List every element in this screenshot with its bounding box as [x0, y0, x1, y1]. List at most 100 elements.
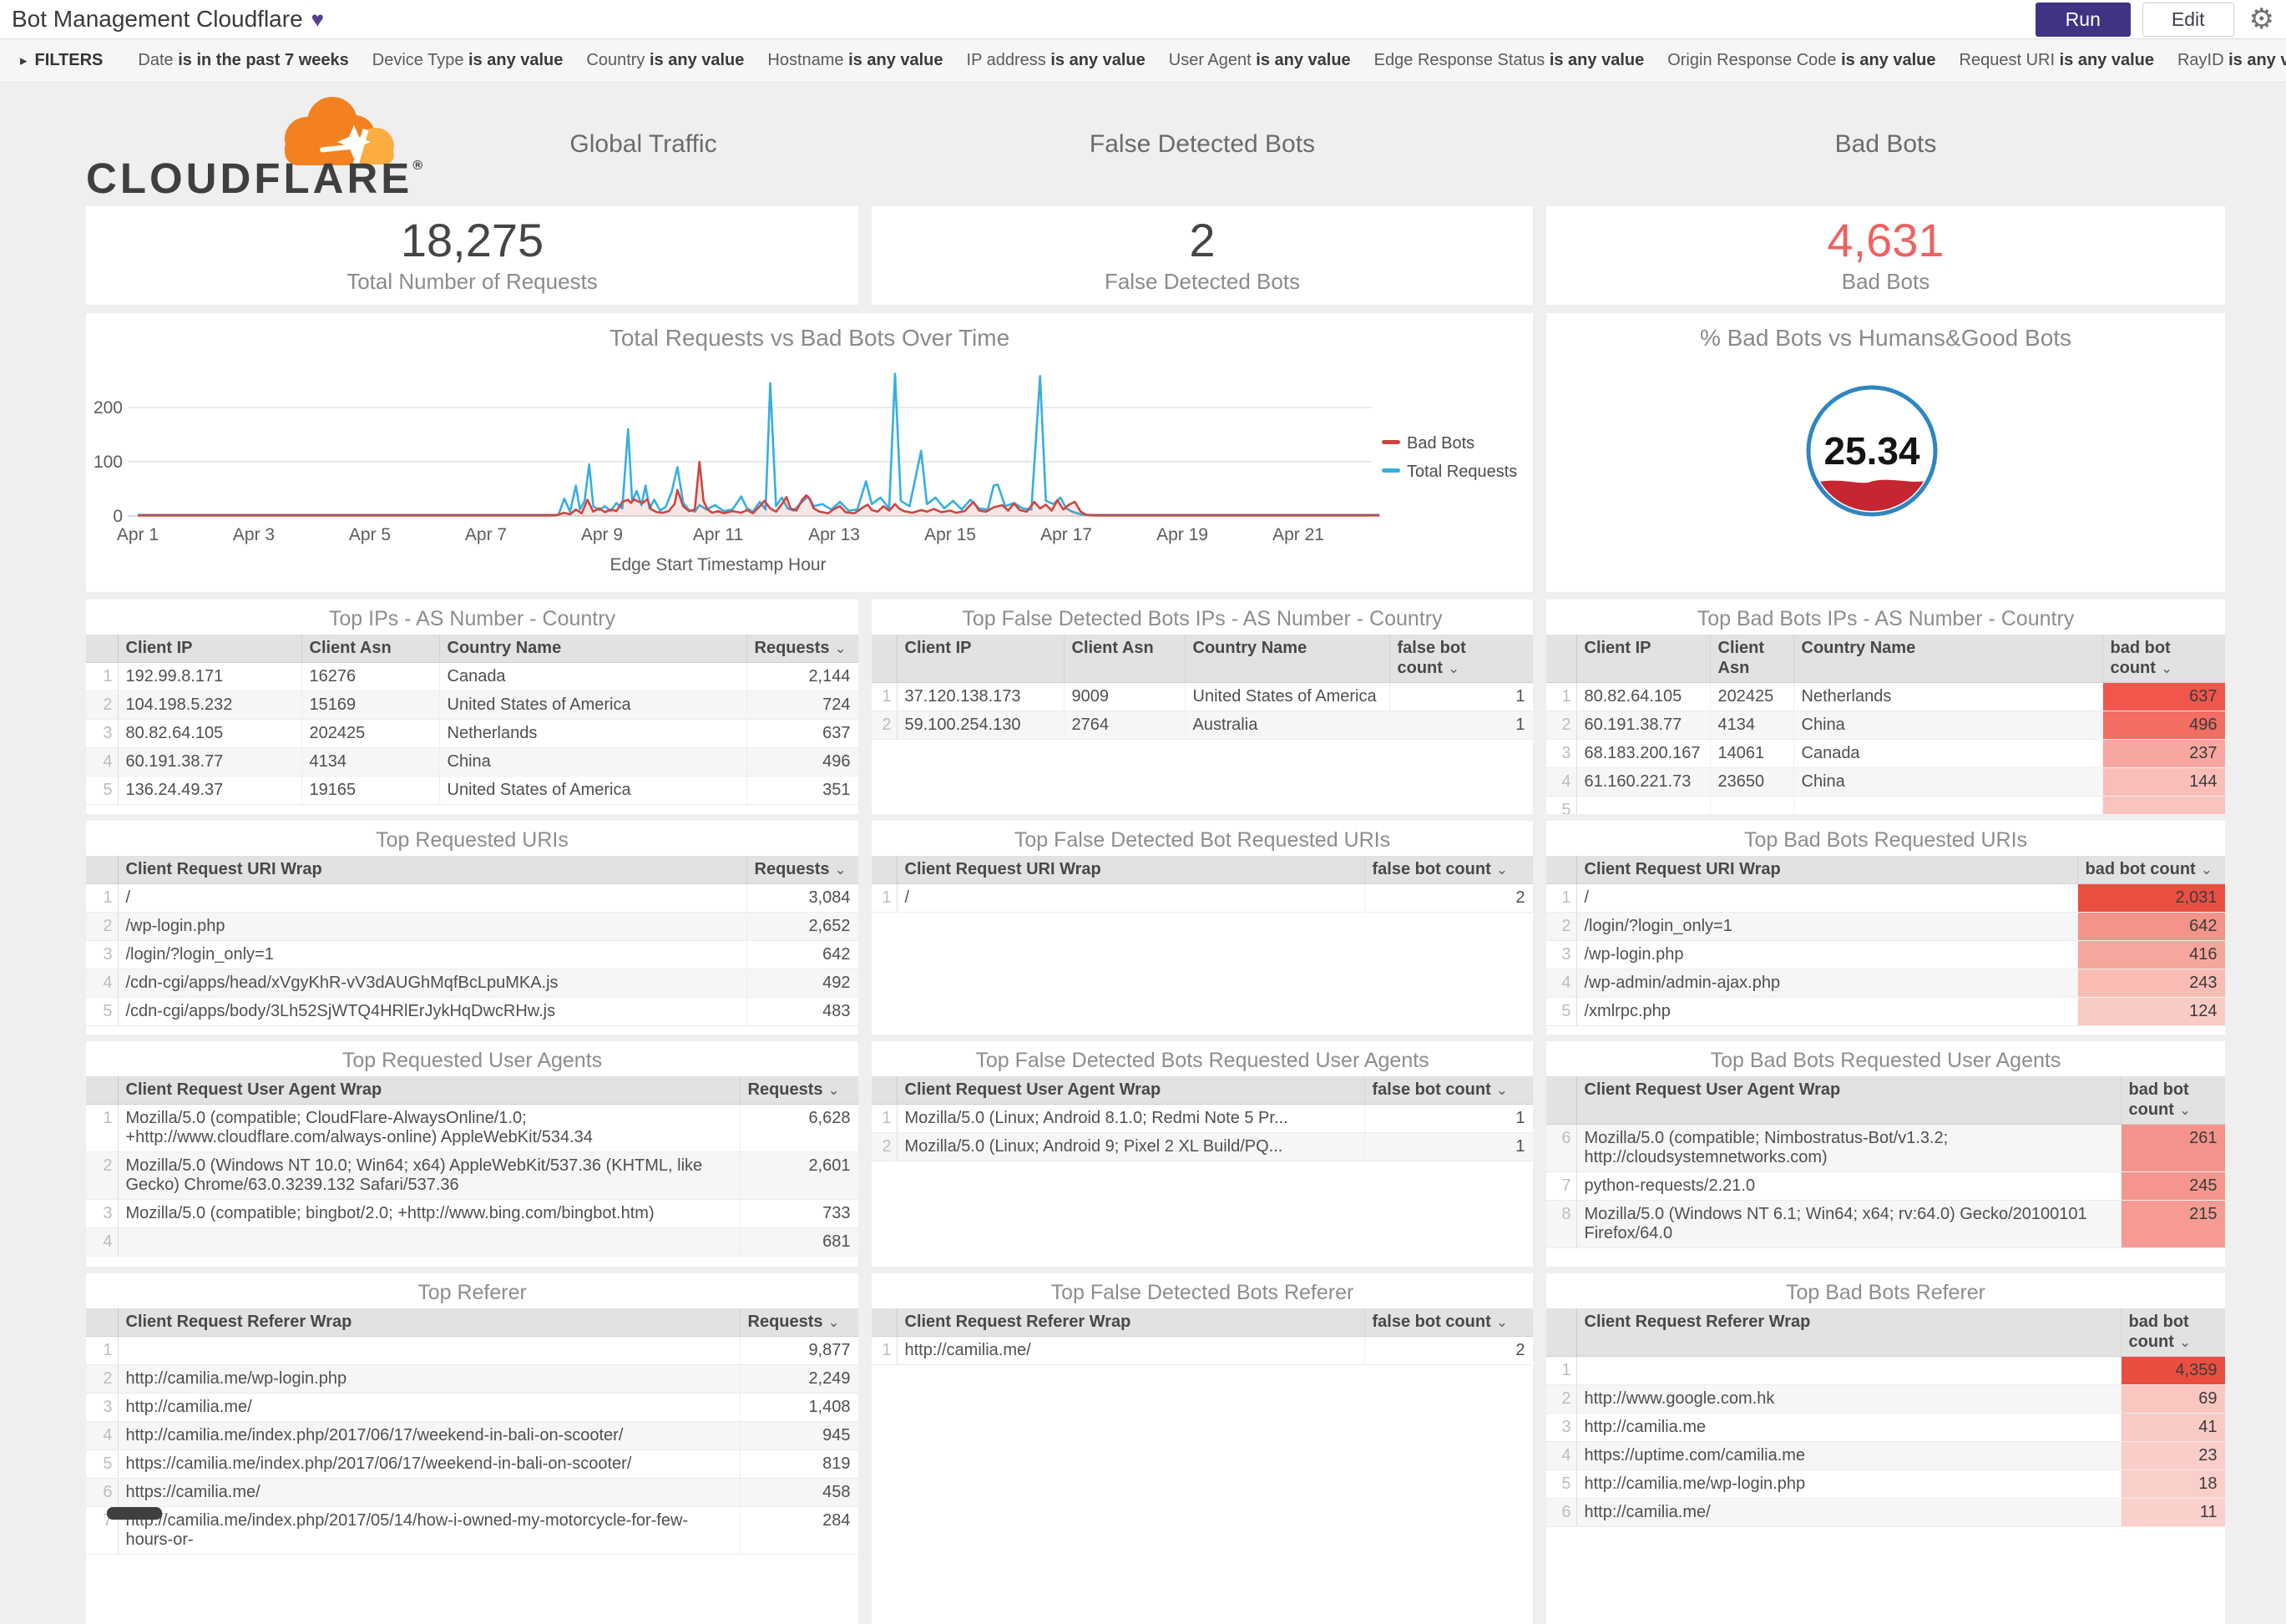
column-header[interactable]: Requests⌄	[746, 635, 858, 663]
kpi-bad-bots[interactable]: 4,631 Bad Bots	[1546, 206, 2225, 305]
column-header[interactable]: Client Request User Agent Wrap	[1576, 1076, 2121, 1125]
cell[interactable]: 18	[2121, 1470, 2225, 1499]
cell[interactable]	[1710, 797, 1793, 815]
filter-item[interactable]: Request URI is any value	[1960, 51, 2154, 70]
gauge-chart[interactable]: 25.34	[1546, 313, 2225, 592]
column-header[interactable]: Client Request User Agent Wrap	[118, 1076, 740, 1105]
cell[interactable]: /cdn-cgi/apps/head/xVgyKhR-vV3dAUGhMqfBc…	[118, 969, 746, 998]
legend-item[interactable]: Total Requests	[1382, 463, 1517, 481]
cell[interactable]: 124	[2077, 998, 2225, 1026]
cell[interactable]: 4134	[1710, 711, 1793, 740]
column-header[interactable]: false bot count⌄	[1364, 856, 1533, 884]
cell[interactable]: 60.191.38.77	[1576, 711, 1710, 740]
column-header[interactable]: Client Asn	[1710, 635, 1793, 683]
cell[interactable]: 2,249	[740, 1365, 858, 1394]
cell[interactable]: 351	[746, 777, 858, 805]
cell[interactable]: 492	[746, 969, 858, 998]
cell[interactable]: 11	[2121, 1499, 2225, 1527]
cell[interactable]: 80.82.64.105	[118, 720, 301, 748]
cell[interactable]: 733	[740, 1200, 858, 1228]
column-header[interactable]: Client Request URI Wrap	[118, 856, 746, 884]
filters-label[interactable]: FILTERS	[35, 51, 104, 70]
cell[interactable]: 9009	[1064, 683, 1185, 711]
cell[interactable]: 19165	[301, 777, 439, 805]
cell[interactable]: 243	[2077, 969, 2225, 998]
cell[interactable]: China	[1793, 711, 2102, 740]
cell[interactable]: http://camilia.me/wp-login.php	[1576, 1470, 2121, 1499]
column-header[interactable]: Client Request Referer Wrap	[1576, 1308, 2121, 1357]
column-header[interactable]: Country Name	[439, 635, 746, 663]
cell[interactable]: 1	[1389, 683, 1533, 711]
cell[interactable]: 136.24.49.37	[118, 777, 301, 805]
cell[interactable]: Mozilla/5.0 (Windows NT 10.0; Win64; x64…	[118, 1152, 740, 1200]
cell[interactable]: 6,628	[740, 1105, 858, 1152]
filter-item[interactable]: Country is any value	[586, 51, 744, 70]
cell[interactable]: 1	[1364, 1105, 1533, 1133]
column-header[interactable]: Country Name	[1185, 635, 1389, 683]
cell[interactable]: 9,877	[740, 1337, 858, 1365]
cell[interactable]: Mozilla/5.0 (Windows NT 6.1; Win64; x64;…	[1576, 1201, 2121, 1248]
cell[interactable]: http://www.google.com.hk	[1576, 1385, 2121, 1414]
cell[interactable]: 458	[740, 1479, 858, 1507]
cell[interactable]: 261	[2121, 1125, 2225, 1172]
cell[interactable]: http://camilia.me/	[897, 1337, 1364, 1365]
cell[interactable]: http://camilia.me	[1576, 1414, 2121, 1442]
column-header[interactable]: bad bot count⌄	[2121, 1076, 2225, 1125]
cell[interactable]: /cdn-cgi/apps/body/3Lh52SjWTQ4HRlErJykHq…	[118, 998, 746, 1026]
cell[interactable]: 215	[2121, 1201, 2225, 1248]
column-header[interactable]: bad bot count⌄	[2121, 1308, 2225, 1357]
cell[interactable]: 202425	[301, 720, 439, 748]
cell[interactable]: 104.198.5.232	[118, 691, 301, 720]
cell[interactable]: 80.82.64.105	[1576, 683, 1710, 711]
cell[interactable]: /	[897, 884, 1364, 913]
cell[interactable]: 2	[1364, 884, 1533, 913]
cell[interactable]: Canada	[1793, 740, 2102, 768]
cell[interactable]	[1576, 797, 1710, 815]
filter-item[interactable]: Edge Response Status is any value	[1374, 51, 1645, 70]
cell[interactable]: Mozilla/5.0 (Linux; Android 9; Pixel 2 X…	[897, 1133, 1364, 1161]
cell[interactable]: http://camilia.me/index.php/2017/06/17/w…	[118, 1422, 740, 1450]
cell[interactable]: 23650	[1710, 768, 1793, 797]
column-header[interactable]: Client IP	[118, 635, 301, 663]
cell[interactable]: /login/?login_only=1	[1576, 913, 2077, 941]
cell[interactable]: 496	[2102, 711, 2225, 740]
column-header[interactable]: bad bot count⌄	[2102, 635, 2225, 683]
cell[interactable]: 192.99.8.171	[118, 663, 301, 691]
column-header[interactable]: Client IP	[897, 635, 1064, 683]
column-header[interactable]: Client IP	[1576, 635, 1710, 683]
run-button[interactable]: Run	[2036, 3, 2131, 37]
column-header[interactable]: false bot count⌄	[1364, 1308, 1533, 1337]
cell[interactable]: 819	[740, 1450, 858, 1479]
cell[interactable]: 237	[2102, 740, 2225, 768]
cell[interactable]: /login/?login_only=1	[118, 941, 746, 969]
cell[interactable]	[118, 1337, 740, 1365]
cell[interactable]: /wp-login.php	[1576, 941, 2077, 969]
column-header[interactable]: Client Request Referer Wrap	[118, 1308, 740, 1337]
cell[interactable]: 416	[2077, 941, 2225, 969]
legend-item[interactable]: Bad Bots	[1382, 434, 1474, 453]
cell[interactable]: 37.120.138.173	[897, 683, 1064, 711]
column-header[interactable]: Client Asn	[1064, 635, 1185, 683]
gear-icon[interactable]: ⚙︎	[2249, 5, 2274, 33]
cell[interactable]: http://camilia.me/index.php/2017/05/14/h…	[118, 1507, 740, 1555]
cell[interactable]: 41	[2121, 1414, 2225, 1442]
cell[interactable]: 4,359	[2121, 1357, 2225, 1385]
filter-item[interactable]: User Agent is any value	[1169, 51, 1351, 70]
cell[interactable]: /	[1576, 884, 2077, 913]
column-header[interactable]: Client Request User Agent Wrap	[897, 1076, 1364, 1105]
cell[interactable]: 2,652	[746, 913, 858, 941]
cell[interactable]: 284	[740, 1507, 858, 1555]
cell[interactable]	[1576, 1357, 2121, 1385]
cell[interactable]: Mozilla/5.0 (compatible; Nimbostratus-Bo…	[1576, 1125, 2121, 1172]
cell[interactable]: /wp-login.php	[118, 913, 746, 941]
cell[interactable]: 2764	[1064, 711, 1185, 740]
cell[interactable]: United States of America	[439, 691, 746, 720]
cell[interactable]: 69	[2121, 1385, 2225, 1414]
kpi-total-requests[interactable]: 18,275 Total Number of Requests	[86, 206, 858, 305]
expand-filters-icon[interactable]: ▸	[20, 53, 28, 69]
cell[interactable]: 637	[746, 720, 858, 748]
cell[interactable]: 61.160.221.73	[1576, 768, 1710, 797]
cell[interactable]: 2	[1364, 1337, 1533, 1365]
cell[interactable]: Mozilla/5.0 (Linux; Android 8.1.0; Redmi…	[897, 1105, 1364, 1133]
cell[interactable]: 945	[740, 1422, 858, 1450]
